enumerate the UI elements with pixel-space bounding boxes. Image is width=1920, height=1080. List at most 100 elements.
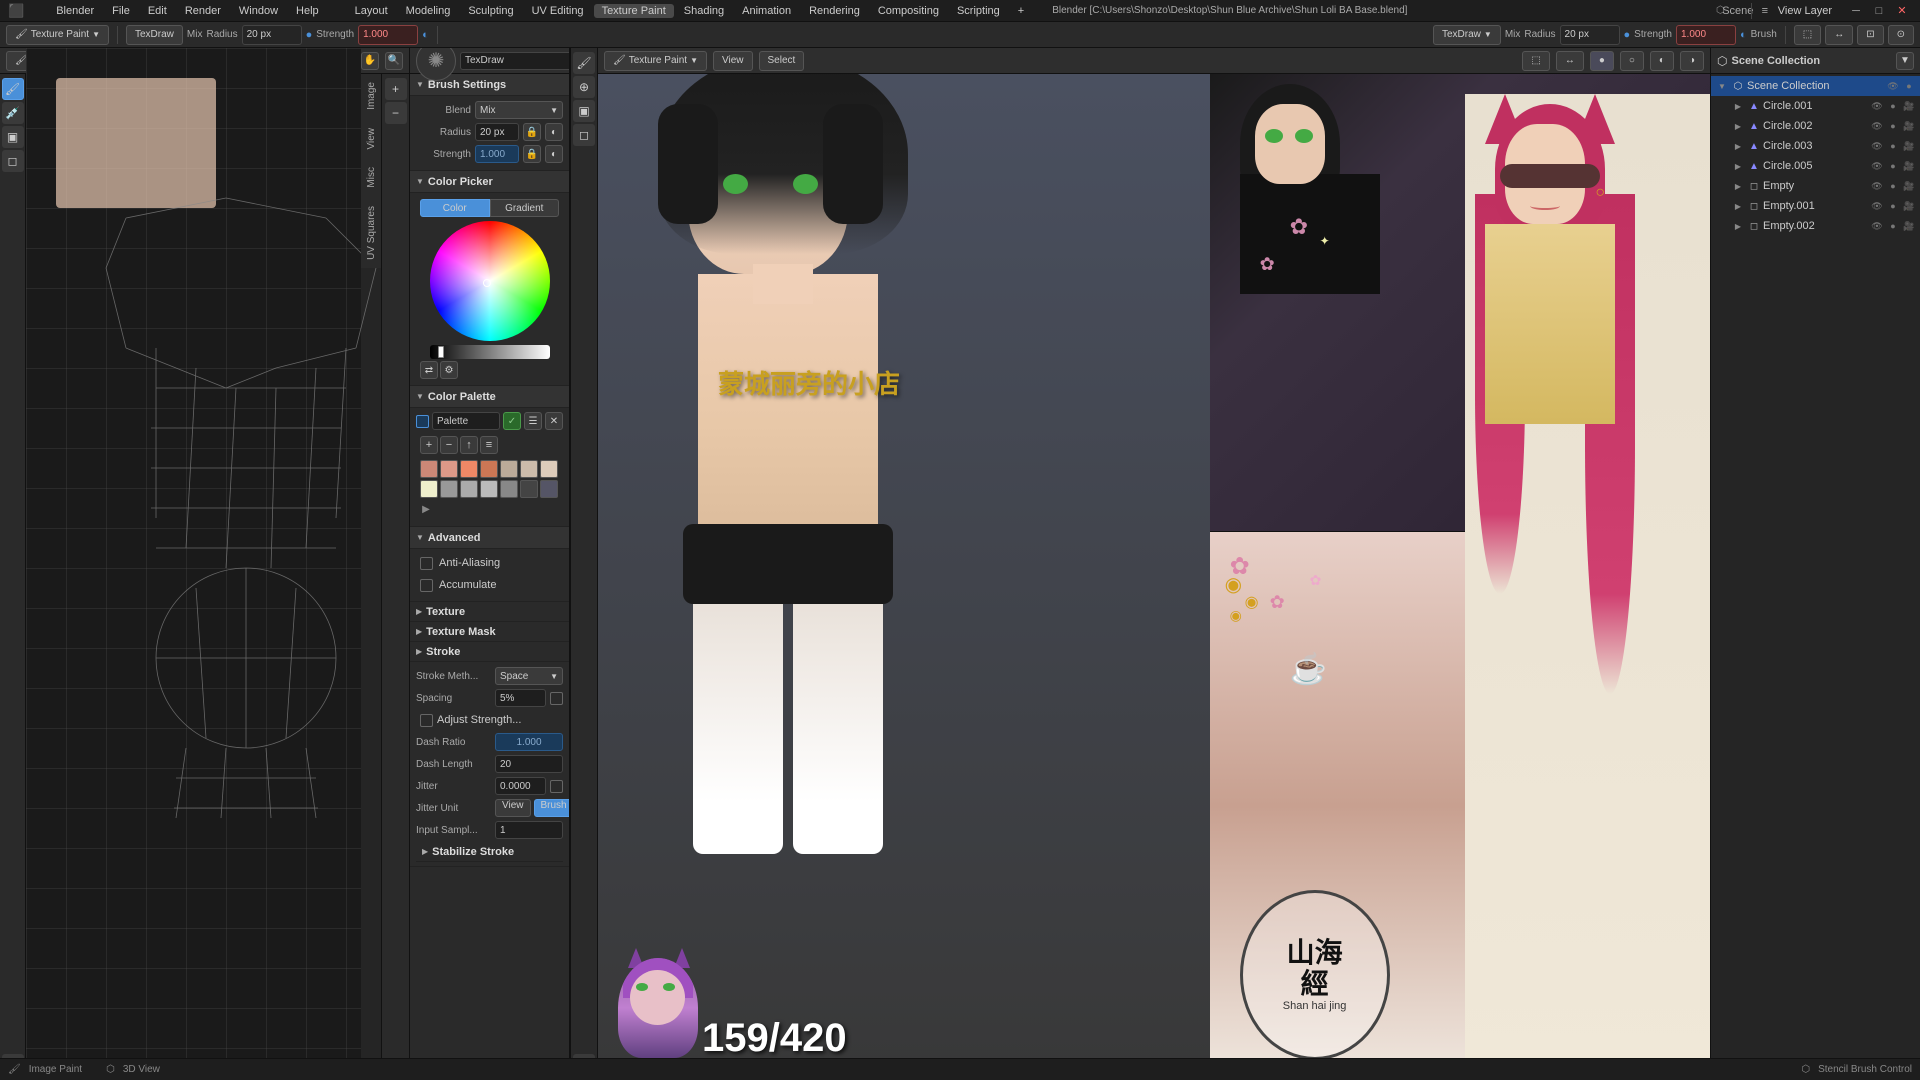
render-circle001[interactable]: 🎥: [1902, 99, 1916, 113]
render-circle005[interactable]: 🎥: [1902, 159, 1916, 173]
palette-menu-btn[interactable]: ☰: [524, 412, 542, 430]
color-swatch-10[interactable]: [480, 480, 498, 498]
expand-circle005[interactable]: ▶: [1731, 159, 1745, 173]
misc-tab[interactable]: Misc: [364, 163, 379, 192]
view-menu[interactable]: View: [713, 51, 753, 71]
render-empty001[interactable]: 🎥: [1902, 199, 1916, 213]
gradient-tab[interactable]: Gradient: [490, 199, 560, 217]
color-swatch-4[interactable]: [500, 460, 518, 478]
expand-circle001[interactable]: ▶: [1731, 99, 1745, 113]
color-options-btn[interactable]: ⚙: [440, 361, 458, 379]
jitter-view-btn[interactable]: View: [495, 799, 531, 817]
restrict-empty[interactable]: ●: [1886, 179, 1900, 193]
tree-item-circle002[interactable]: ▶ ▲ Circle.002 👁 ● 🎥: [1711, 116, 1920, 136]
dash-length-value[interactable]: 20: [495, 755, 563, 773]
tree-item-empty002[interactable]: ▶ ◻ Empty.002 👁 ● 🎥: [1711, 216, 1920, 236]
workspace-sculpting[interactable]: Sculpting: [460, 4, 521, 18]
palette-check-btn[interactable]: ✓: [503, 412, 521, 430]
move-up-btn[interactable]: ↑: [460, 436, 478, 454]
expand-empty001[interactable]: ▶: [1731, 199, 1745, 213]
color-picker-header[interactable]: Color Picker: [410, 171, 569, 193]
eye-circle001[interactable]: 👁: [1870, 99, 1884, 113]
erase-btn[interactable]: ◻: [573, 124, 595, 146]
tree-item-empty001[interactable]: ▶ ◻ Empty.001 👁 ● 🎥: [1711, 196, 1920, 216]
jitter-check[interactable]: [550, 780, 563, 793]
select-btn-root[interactable]: ●: [1902, 79, 1916, 93]
view-tab-uv[interactable]: View: [364, 124, 379, 154]
radius-input-top[interactable]: [242, 25, 302, 45]
filter-btn[interactable]: ▼: [1896, 52, 1914, 70]
restrict-circle005[interactable]: ●: [1886, 159, 1900, 173]
fill-btn[interactable]: ▣: [573, 100, 595, 122]
render-empty[interactable]: 🎥: [1902, 179, 1916, 193]
restrict-circle001[interactable]: ●: [1886, 99, 1900, 113]
workspace-animation[interactable]: Animation: [734, 4, 799, 18]
palette-scroll-right[interactable]: ▶: [420, 500, 432, 518]
workspace-texture-paint[interactable]: Texture Paint: [594, 4, 674, 18]
expand-empty002[interactable]: ▶: [1731, 219, 1745, 233]
spacing-check[interactable]: [550, 692, 563, 705]
color-swatch-7[interactable]: [420, 480, 438, 498]
color-swatch-3[interactable]: [480, 460, 498, 478]
minimize-button[interactable]: ─: [1846, 1, 1866, 21]
scene-collection-root[interactable]: ▼ ⬡ Scene Collection 👁 ●: [1711, 76, 1920, 96]
sample-tool-btn[interactable]: 💉: [2, 102, 24, 124]
gizmo-toggle[interactable]: ↔: [1556, 51, 1584, 71]
strength-value-prop[interactable]: 1.000: [475, 145, 519, 163]
sort-btn[interactable]: ≡: [480, 436, 498, 454]
menu-file[interactable]: File: [104, 4, 138, 18]
eye-btn-root[interactable]: 👁: [1886, 79, 1900, 93]
eye-circle002[interactable]: 👁: [1870, 119, 1884, 133]
restrict-empty001[interactable]: ●: [1886, 199, 1900, 213]
palette-name[interactable]: Palette: [432, 412, 500, 430]
paint-brush-btn[interactable]: 🖌: [573, 52, 595, 74]
stroke-header[interactable]: Stroke: [410, 642, 569, 662]
jitter-value[interactable]: 0.0000: [495, 777, 546, 795]
texture-paint-menu[interactable]: 🖌 Texture Paint ▼: [604, 51, 707, 71]
nav-icon-btn[interactable]: ✋: [361, 52, 379, 70]
accumulate-check[interactable]: [420, 579, 433, 592]
workspace-modeling[interactable]: Modeling: [398, 4, 459, 18]
workspace-compositing[interactable]: Compositing: [870, 4, 947, 18]
color-wheel[interactable]: [430, 221, 550, 341]
uvsquares-tab[interactable]: UV Squares: [364, 202, 379, 264]
color-palette-header[interactable]: Color Palette: [410, 386, 569, 408]
remove-color-btn[interactable]: −: [440, 436, 458, 454]
color-swatch-13[interactable]: [540, 480, 558, 498]
proportional-edit-btn[interactable]: ⊙: [1888, 25, 1914, 45]
anti-aliasing-check[interactable]: [420, 557, 433, 570]
radius-pressure-btn[interactable]: ◐: [545, 123, 563, 141]
strength-lock-btn[interactable]: 🔒: [523, 145, 541, 163]
render-circle003[interactable]: 🎥: [1902, 139, 1916, 153]
color-swatch-12[interactable]: [520, 480, 538, 498]
workspace-shading[interactable]: Shading: [676, 4, 732, 18]
texture-header[interactable]: Texture: [410, 602, 569, 622]
color-value-bar[interactable]: [430, 345, 550, 359]
fill-tool-btn[interactable]: ▣: [2, 126, 24, 148]
eye-empty[interactable]: 👁: [1870, 179, 1884, 193]
texture-mask-header[interactable]: Texture Mask: [410, 622, 569, 642]
palette-close-btn[interactable]: ✕: [545, 412, 563, 430]
menu-render[interactable]: Render: [177, 4, 229, 18]
snap-btn[interactable]: ⊡: [1857, 25, 1883, 45]
viewport-canvas[interactable]: 蒙城丽旁的小店 ✿ ✿ ✦: [598, 74, 1710, 1080]
blend-select[interactable]: Mix ▼: [475, 101, 563, 119]
color-swatch-0[interactable]: [420, 460, 438, 478]
render-empty002[interactable]: 🎥: [1902, 219, 1916, 233]
jitter-brush-btn[interactable]: Brush: [534, 799, 571, 817]
brush-selector-left[interactable]: TexDraw: [126, 25, 183, 45]
mode-selector[interactable]: 🖌 Texture Paint ▼: [6, 25, 109, 45]
close-button[interactable]: ✕: [1892, 1, 1912, 21]
gizmo-btn[interactable]: ↔: [1825, 25, 1853, 45]
restrict-circle002[interactable]: ●: [1886, 119, 1900, 133]
tree-item-circle005[interactable]: ▶ ▲ Circle.005 👁 ● 🎥: [1711, 156, 1920, 176]
spacing-value[interactable]: 5%: [495, 689, 546, 707]
tree-item-circle001[interactable]: ▶ ▲ Circle.001 👁 ● 🎥: [1711, 96, 1920, 116]
advanced-header[interactable]: Advanced: [410, 527, 569, 549]
brush-selector-right[interactable]: TexDraw ▼: [1433, 25, 1501, 45]
color-swatch-11[interactable]: [500, 480, 518, 498]
clone-btn[interactable]: ⊕: [573, 76, 595, 98]
color-swatch-6[interactable]: [540, 460, 558, 478]
uv-zoom-in-btn[interactable]: +: [385, 78, 407, 100]
color-swatch-1[interactable]: [440, 460, 458, 478]
